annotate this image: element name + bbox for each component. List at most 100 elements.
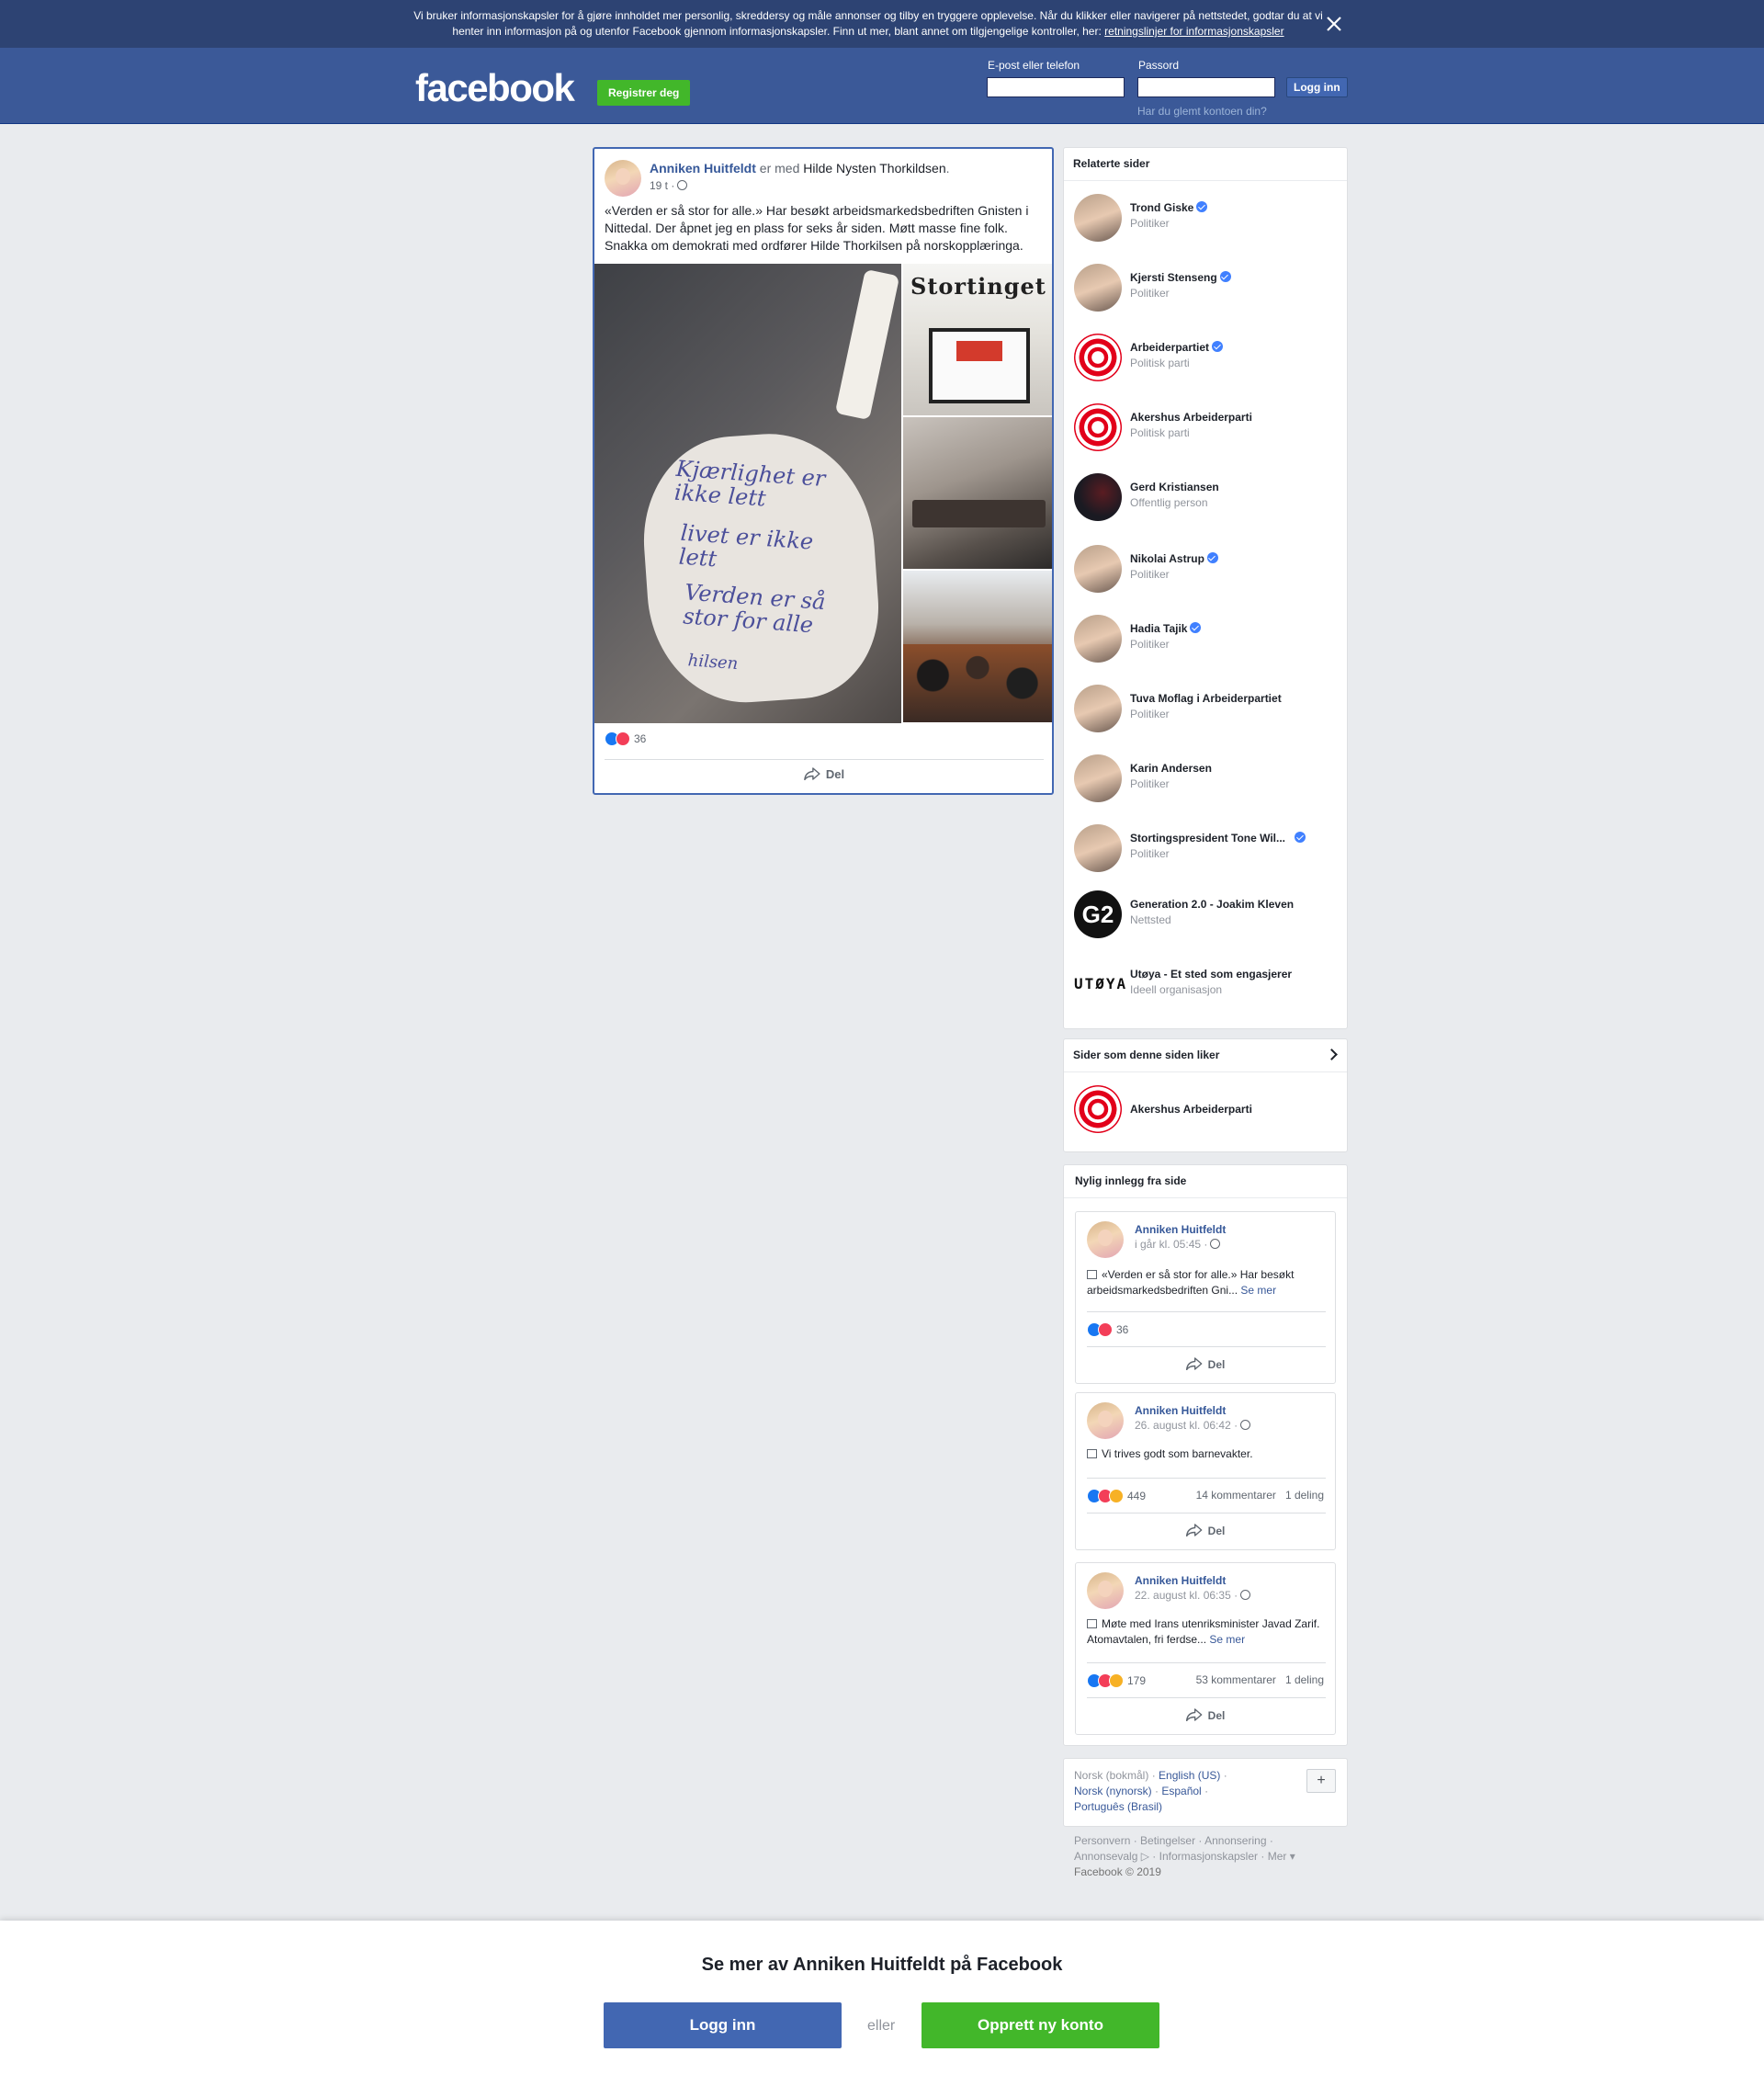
- post-reactions[interactable]: 179: [1087, 1673, 1146, 1688]
- post-timestamp[interactable]: 19 t ·: [650, 179, 688, 192]
- comments-and-shares[interactable]: 53 kommentarer 1 deling: [1196, 1673, 1324, 1686]
- post-author-link[interactable]: Anniken Huitfeldt: [1135, 1223, 1226, 1236]
- post-timestamp[interactable]: 22. august kl. 06:35 ·: [1135, 1589, 1251, 1602]
- page-name[interactable]: Akershus Arbeiderparti: [1130, 1103, 1252, 1116]
- current-language: Norsk (bokmål): [1074, 1769, 1149, 1782]
- related-page-item[interactable]: Trond Giske Politiker: [1074, 194, 1340, 242]
- close-icon[interactable]: [1323, 13, 1345, 35]
- related-page-item[interactable]: Karin Andersen Politiker: [1074, 754, 1340, 802]
- related-page-item[interactable]: Tuva Moflag i Arbeiderpartiet Politiker: [1074, 685, 1340, 732]
- password-field[interactable]: [1137, 77, 1275, 97]
- post-photo-audience[interactable]: [903, 571, 1052, 722]
- share-button[interactable]: Del: [1185, 1708, 1225, 1722]
- page-name[interactable]: Utøya - Et sted som engasjerer: [1130, 968, 1292, 981]
- page-category: Politiker: [1130, 568, 1170, 581]
- footer-link[interactable]: Personvern: [1074, 1834, 1130, 1847]
- stortinget-banner-text: Stortinget: [910, 273, 1046, 300]
- see-more-link[interactable]: Se mer: [1209, 1633, 1245, 1646]
- page-name[interactable]: Tuva Moflag i Arbeiderpartiet: [1130, 692, 1282, 705]
- page-name[interactable]: Hadia Tajik: [1130, 622, 1202, 635]
- page-category: Politiker: [1130, 287, 1170, 300]
- related-page-item[interactable]: Akershus Arbeiderparti Politisk parti: [1074, 403, 1340, 451]
- post-photo-meeting[interactable]: [903, 417, 1052, 569]
- related-page-item[interactable]: Stortingspresident Tone Wil... Politiker: [1074, 824, 1340, 872]
- wow-reaction-icon: [1109, 1489, 1124, 1503]
- create-account-button[interactable]: Opprett ny konto: [922, 2002, 1159, 2048]
- login-prompt-bar: Se mer av Anniken Huitfeldt på Facebook …: [0, 1921, 1764, 2086]
- login-button[interactable]: Logg inn: [604, 2002, 842, 2048]
- post-reactions[interactable]: 36: [1087, 1322, 1128, 1337]
- chevron-right-icon[interactable]: [1326, 1049, 1338, 1060]
- related-page-item[interactable]: Kjersti Stenseng Politiker: [1074, 264, 1340, 312]
- post-author-link[interactable]: Anniken Huitfeldt: [1135, 1404, 1226, 1417]
- add-language-button[interactable]: +: [1306, 1769, 1336, 1793]
- handwritten-note-image: Kjærlighet er ikke lett livet er ikke le…: [637, 426, 885, 709]
- facebook-logo[interactable]: facebook: [415, 66, 575, 110]
- liked-pages-box: Sider som denne siden liker Akershus Arb…: [1063, 1038, 1348, 1152]
- copyright: Facebook © 2019: [1074, 1865, 1161, 1878]
- share-button[interactable]: Del: [1185, 1357, 1225, 1371]
- author-avatar[interactable]: [1087, 1221, 1124, 1258]
- post-author-link[interactable]: Anniken Huitfeldt: [1135, 1574, 1226, 1587]
- related-page-item[interactable]: Nikolai Astrup Politiker: [1074, 545, 1340, 593]
- page-name[interactable]: Nikolai Astrup: [1130, 552, 1218, 565]
- related-page-item[interactable]: Hadia Tajik Politiker: [1074, 615, 1340, 663]
- share-count: 1 deling: [1284, 1673, 1324, 1686]
- page-name[interactable]: Generation 2.0 - Joakim Kleven: [1130, 898, 1294, 911]
- divider: [1064, 1071, 1347, 1072]
- photo-icon: [1087, 1449, 1097, 1458]
- share-button[interactable]: Del: [1185, 1524, 1225, 1537]
- post-photo-note[interactable]: Kjærlighet er ikke lett livet er ikke le…: [594, 264, 901, 723]
- post-photo-stortinget[interactable]: Stortinget: [903, 264, 1052, 415]
- cookie-policy-link[interactable]: retningslinjer for informasjonskapsler: [1104, 25, 1283, 38]
- divider: [1087, 1662, 1326, 1663]
- share-icon: [1185, 1708, 1203, 1721]
- page-name[interactable]: Kjersti Stenseng: [1130, 271, 1231, 284]
- register-button[interactable]: Registrer deg: [597, 80, 691, 106]
- page-category: Politiker: [1130, 217, 1170, 230]
- page-name[interactable]: Karin Andersen: [1130, 762, 1212, 775]
- see-more-link[interactable]: Se mer: [1240, 1284, 1276, 1297]
- footer-link[interactable]: Annonsevalg: [1074, 1850, 1137, 1863]
- page-name[interactable]: Trond Giske: [1130, 201, 1208, 214]
- language-link[interactable]: Português (Brasil): [1074, 1800, 1162, 1813]
- post-timestamp[interactable]: 26. august kl. 06:42 ·: [1135, 1419, 1251, 1432]
- author-avatar[interactable]: [1087, 1572, 1124, 1609]
- email-field[interactable]: [987, 77, 1125, 97]
- divider: [1087, 1346, 1326, 1347]
- related-pages-box: Relaterte sider Trond Giske Politiker Kj…: [1063, 147, 1348, 1029]
- language-box: Norsk (bokmål) · English (US) · Norsk (n…: [1063, 1758, 1348, 1827]
- post-reactions[interactable]: 36: [605, 731, 646, 750]
- language-link[interactable]: Español: [1161, 1785, 1201, 1797]
- comments-and-shares[interactable]: 14 kommentarer 1 deling: [1196, 1489, 1324, 1502]
- footer-link[interactable]: Informasjonskapsler: [1159, 1850, 1258, 1863]
- author-avatar[interactable]: [605, 160, 641, 197]
- login-button[interactable]: Logg inn: [1286, 77, 1348, 97]
- footer-link[interactable]: Mer: [1268, 1850, 1287, 1863]
- related-page-item[interactable]: G2 Generation 2.0 - Joakim Kleven Nettst…: [1074, 890, 1340, 938]
- ad-choices-icon: ▷: [1140, 1850, 1149, 1863]
- page-category: Politiker: [1130, 708, 1170, 720]
- author-avatar[interactable]: [1087, 1402, 1124, 1439]
- forgot-account-link[interactable]: Har du glemt kontoen din?: [1137, 105, 1267, 118]
- post-timestamp[interactable]: i går kl. 05:45 ·: [1135, 1238, 1221, 1251]
- related-page-item[interactable]: UTØYA Utøya - Et sted som engasjerer Ide…: [1074, 960, 1340, 1008]
- page-name[interactable]: Stortingspresident Tone Wil...: [1130, 832, 1306, 845]
- tagged-person-link[interactable]: Hilde Nysten Thorkildsen: [803, 161, 945, 176]
- liked-pages-title[interactable]: Sider som denne siden liker: [1073, 1049, 1219, 1061]
- verified-icon: [1190, 622, 1202, 633]
- liked-page-item[interactable]: Akershus Arbeiderparti: [1074, 1085, 1340, 1133]
- language-link[interactable]: Norsk (nynorsk): [1074, 1785, 1152, 1797]
- page-name[interactable]: Arbeiderpartiet: [1130, 341, 1224, 354]
- g2-logo-icon: G2: [1074, 890, 1122, 938]
- related-page-item[interactable]: Arbeiderpartiet Politisk parti: [1074, 334, 1340, 381]
- share-button[interactable]: Del: [804, 767, 844, 781]
- footer-link[interactable]: Annonsering: [1204, 1834, 1266, 1847]
- page-name[interactable]: Akershus Arbeiderparti: [1130, 411, 1252, 424]
- post-reactions[interactable]: 449: [1087, 1489, 1146, 1503]
- language-link[interactable]: English (US): [1159, 1769, 1220, 1782]
- related-page-item[interactable]: Gerd Kristiansen Offentlig person: [1074, 473, 1340, 521]
- footer-link[interactable]: Betingelser: [1140, 1834, 1195, 1847]
- post-author-link[interactable]: Anniken Huitfeldt: [650, 161, 756, 176]
- page-name[interactable]: Gerd Kristiansen: [1130, 481, 1219, 493]
